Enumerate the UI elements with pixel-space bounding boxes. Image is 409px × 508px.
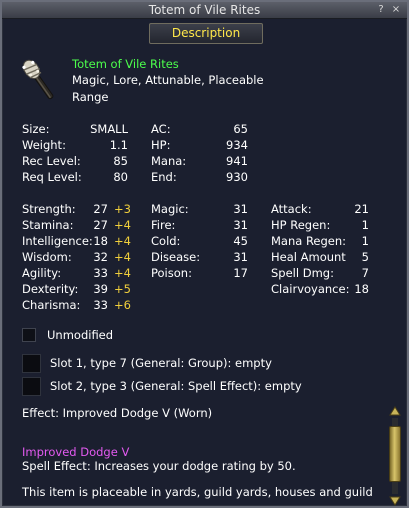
size-label: Size: bbox=[22, 122, 50, 136]
poison-resist-value: 17 bbox=[233, 266, 248, 280]
fire-resist-value: 31 bbox=[233, 218, 248, 232]
mana-label: Mana: bbox=[151, 154, 187, 168]
magic-resist-label: Magic: bbox=[151, 202, 189, 216]
unmodified-checkbox[interactable] bbox=[22, 328, 36, 342]
strength-bonus: +3 bbox=[114, 202, 131, 216]
cold-resist-label: Cold: bbox=[151, 234, 181, 248]
augment-slot-2[interactable] bbox=[22, 377, 41, 396]
clairvoyance-value: 18 bbox=[354, 282, 369, 296]
spell-description: Spell Effect: Increases your dodge ratin… bbox=[22, 459, 296, 473]
item-slot: Range bbox=[72, 90, 109, 104]
strength-label: Strength: bbox=[22, 202, 76, 216]
spell-name: Improved Dodge V bbox=[22, 445, 130, 459]
placeable-text: This item is placeable in yards, guild y… bbox=[22, 485, 373, 499]
charisma-label: Charisma: bbox=[22, 298, 81, 312]
agility-label: Agility: bbox=[22, 266, 62, 280]
charisma-bonus: +6 bbox=[114, 298, 131, 312]
scroll-thumb[interactable] bbox=[389, 426, 401, 482]
scroll-up-icon[interactable] bbox=[389, 406, 401, 416]
stamina-value: 27 bbox=[93, 218, 108, 232]
item-flags: Magic, Lore, Attunable, Placeable bbox=[72, 73, 264, 87]
totem-club-icon bbox=[22, 59, 54, 100]
close-icon[interactable]: × bbox=[390, 4, 402, 16]
wisdom-bonus: +4 bbox=[114, 250, 131, 264]
end-value: 930 bbox=[226, 170, 248, 184]
cold-resist-value: 45 bbox=[233, 234, 248, 248]
size-value: SMALL bbox=[90, 122, 128, 136]
charisma-value: 33 bbox=[93, 298, 108, 312]
intelligence-bonus: +4 bbox=[114, 234, 131, 248]
hp-regen-label: HP Regen: bbox=[271, 218, 331, 232]
agility-bonus: +4 bbox=[114, 266, 131, 280]
spell-dmg-label: Spell Dmg: bbox=[271, 266, 334, 280]
wisdom-value: 32 bbox=[93, 250, 108, 264]
intelligence-label: Intelligence: bbox=[22, 234, 93, 248]
item-name: Totem of Vile Rites bbox=[72, 57, 179, 71]
disease-resist-label: Disease: bbox=[151, 250, 201, 264]
agility-value: 33 bbox=[93, 266, 108, 280]
magic-resist-value: 31 bbox=[233, 202, 248, 216]
scroll-down-icon[interactable] bbox=[389, 496, 401, 506]
mana-value: 941 bbox=[226, 154, 248, 168]
attack-label: Attack: bbox=[271, 202, 312, 216]
req-level-label: Req Level: bbox=[22, 170, 82, 184]
augment-slot-2-label: Slot 2, type 3 (General: Spell Effect): … bbox=[50, 379, 302, 393]
rec-level-value: 85 bbox=[113, 154, 128, 168]
heal-amount-label: Heal Amount bbox=[271, 250, 346, 264]
hp-regen-value: 1 bbox=[361, 218, 369, 232]
dexterity-value: 39 bbox=[93, 282, 108, 296]
attack-value: 21 bbox=[354, 202, 369, 216]
dexterity-label: Dexterity: bbox=[22, 282, 79, 296]
wisdom-label: Wisdom: bbox=[22, 250, 72, 264]
dexterity-bonus: +5 bbox=[114, 282, 131, 296]
req-level-value: 80 bbox=[113, 170, 128, 184]
item-window: Totem of Vile Rites ? × Description Tote… bbox=[0, 0, 409, 508]
fire-resist-label: Fire: bbox=[151, 218, 176, 232]
clairvoyance-label: Clairvoyance: bbox=[271, 282, 350, 296]
spell-dmg-value: 7 bbox=[361, 266, 369, 280]
heal-amount-value: 5 bbox=[361, 250, 369, 264]
vertical-scrollbar[interactable] bbox=[387, 406, 403, 506]
description-button[interactable]: Description bbox=[149, 23, 263, 44]
title-bar[interactable]: Totem of Vile Rites ? × bbox=[2, 2, 407, 19]
help-icon[interactable]: ? bbox=[375, 4, 387, 16]
ac-value: 65 bbox=[233, 122, 248, 136]
stamina-bonus: +4 bbox=[114, 218, 131, 232]
mana-regen-value: 1 bbox=[361, 234, 369, 248]
hp-value: 934 bbox=[226, 138, 248, 152]
hp-label: HP: bbox=[151, 138, 171, 152]
mana-regen-label: Mana Regen: bbox=[271, 234, 347, 248]
weight-label: Weight: bbox=[22, 138, 66, 152]
ac-label: AC: bbox=[151, 122, 171, 136]
augment-slot-1-label: Slot 1, type 7 (General: Group): empty bbox=[50, 356, 272, 370]
augment-slot-1[interactable] bbox=[22, 354, 41, 373]
weight-value: 1.1 bbox=[109, 138, 128, 152]
intelligence-value: 18 bbox=[93, 234, 108, 248]
window-title: Totem of Vile Rites bbox=[148, 3, 261, 17]
unmodified-label: Unmodified bbox=[47, 328, 114, 342]
rec-level-label: Rec Level: bbox=[22, 154, 81, 168]
worn-effect: Effect: Improved Dodge V (Worn) bbox=[22, 406, 213, 420]
poison-resist-label: Poison: bbox=[151, 266, 192, 280]
stamina-label: Stamina: bbox=[22, 218, 74, 232]
strength-value: 27 bbox=[93, 202, 108, 216]
end-label: End: bbox=[151, 170, 177, 184]
disease-resist-value: 31 bbox=[233, 250, 248, 264]
